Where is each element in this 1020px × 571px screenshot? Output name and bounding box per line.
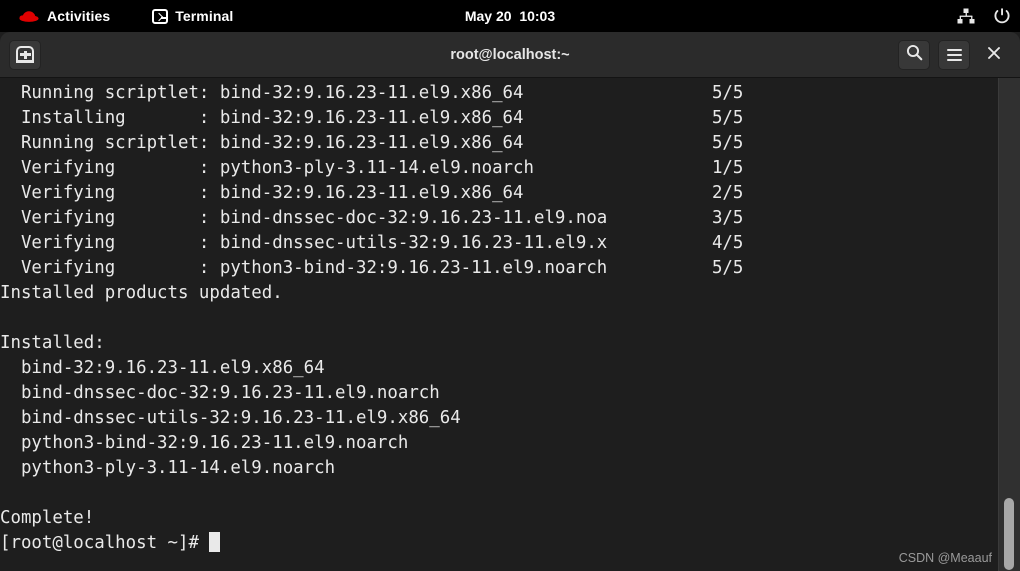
scrollbar-thumb[interactable] <box>1004 498 1014 570</box>
app-menu-label: Terminal <box>175 8 234 24</box>
new-tab-icon <box>16 46 34 63</box>
watermark-text: CSDN @Meaauf <box>898 551 992 565</box>
red-hat-logo-icon <box>18 8 40 24</box>
hamburger-menu-icon <box>946 49 962 61</box>
close-icon <box>987 46 1001 65</box>
activities-label: Activities <box>47 8 111 24</box>
window-header-bar: root@localhost:~ <box>0 32 1020 78</box>
terminal-window: root@localhost:~ Running scriptlet: bind… <box>0 32 1020 571</box>
search-icon <box>906 44 923 66</box>
search-button[interactable] <box>898 40 930 70</box>
new-tab-button[interactable] <box>9 39 41 70</box>
gnome-top-bar: Activities Terminal May 20 10:03 <box>0 0 1020 32</box>
menu-button[interactable] <box>938 40 970 70</box>
terminal-text: Running scriptlet: bind-32:9.16.23-11.el… <box>0 83 744 553</box>
top-bar-left-group: Activities Terminal <box>0 0 241 32</box>
window-title: root@localhost:~ <box>450 47 570 63</box>
terminal-output-area[interactable]: Running scriptlet: bind-32:9.16.23-11.el… <box>0 78 1020 571</box>
terminal-cursor <box>209 532 221 552</box>
header-left-buttons <box>0 39 41 70</box>
vertical-scrollbar[interactable] <box>998 78 1020 571</box>
power-icon[interactable] <box>992 6 1012 26</box>
activities-button[interactable]: Activities <box>10 0 118 32</box>
network-wired-icon[interactable] <box>956 6 976 26</box>
app-menu-terminal[interactable]: Terminal <box>144 0 241 32</box>
clock-datetime[interactable]: May 20 10:03 <box>465 8 555 24</box>
close-button[interactable] <box>978 40 1010 70</box>
terminal-icon <box>152 8 169 24</box>
header-right-buttons <box>898 32 1010 78</box>
top-bar-status-group[interactable] <box>956 0 1012 32</box>
